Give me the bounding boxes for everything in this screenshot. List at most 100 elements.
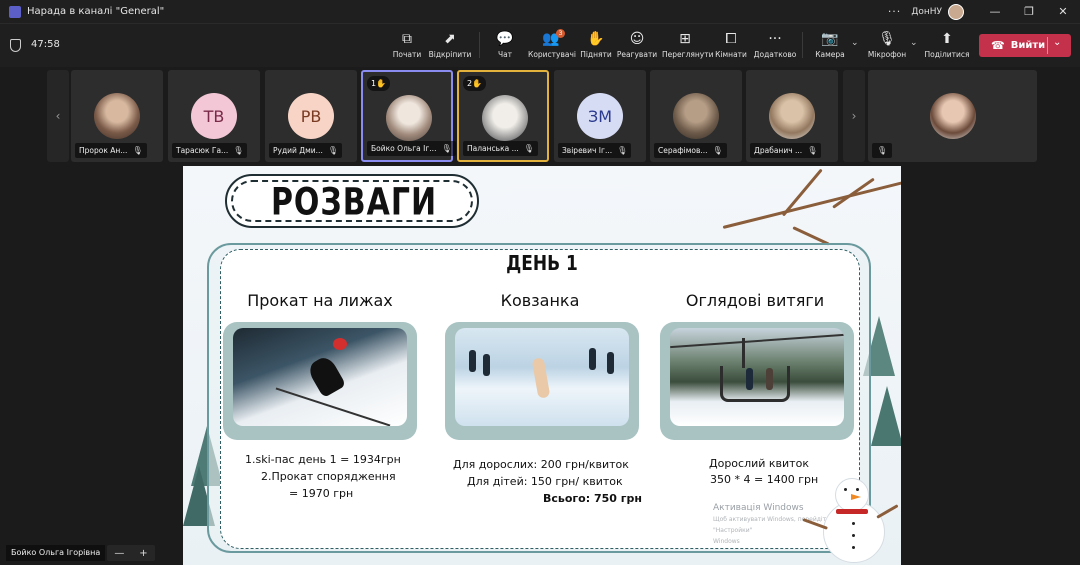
column-title-rink: Ковзанка: [500, 291, 580, 310]
more-button[interactable]: ··· Додатково: [752, 30, 798, 59]
participant-name: Пророк Ан...: [79, 146, 128, 155]
people-count-badge: 3: [556, 29, 565, 38]
org-name[interactable]: ДонНУ: [911, 7, 942, 17]
avatar: [94, 93, 140, 139]
chat-icon: 💬: [496, 31, 514, 47]
share-icon: ⬆: [941, 31, 953, 47]
raise-hand-button[interactable]: ✋ Підняти: [573, 30, 619, 59]
raised-hand-badge: 1✋: [367, 76, 391, 91]
avatar: РВ: [288, 93, 334, 139]
zoom-out-button[interactable]: —: [114, 548, 124, 559]
meeting-timer: 47:58: [31, 39, 60, 50]
mic-options-chevron-icon[interactable]: ⌄: [910, 38, 918, 48]
mic-off-icon: 🎙: [523, 144, 534, 153]
participant-tile[interactable]: РВ Рудий Дми... 🎙: [265, 70, 357, 162]
more-options-icon[interactable]: ···: [888, 5, 902, 18]
self-name-label: Бойко Ольга Ігорівна: [6, 545, 106, 561]
leave-options-chevron-icon[interactable]: ⌄: [1053, 37, 1061, 48]
mic-off-icon: 🎙: [807, 146, 818, 155]
avatar: [930, 93, 976, 139]
react-icon: ☺: [629, 31, 645, 47]
lift-line-2: 350 * 4 = 1400 грн: [710, 473, 819, 486]
record-button[interactable]: ⧉ Почати: [384, 30, 430, 59]
column-title-lifts: Оглядові витяги: [685, 291, 825, 310]
raised-hand-badge: 2✋: [463, 76, 487, 91]
react-button[interactable]: ☺ Реагувати: [614, 30, 660, 59]
mic-off-icon: 🎙: [441, 144, 452, 153]
rink-line-1: Для дорослих: 200 грн/квиток: [453, 458, 629, 471]
shield-icon: [10, 39, 21, 52]
mic-off-icon: 🎙: [712, 146, 723, 155]
mic-off-icon: 🎙: [877, 146, 888, 155]
camera-button[interactable]: 📷 Камера: [807, 30, 853, 59]
slide-title: РОЗВАГИ: [270, 180, 438, 225]
profile-avatar[interactable]: [948, 3, 964, 20]
participant-tile[interactable]: Пророк Ан... 🎙: [71, 70, 163, 162]
raise-hand-icon: ✋: [587, 31, 605, 47]
shared-slide[interactable]: РОЗВАГИ ДЕНЬ 1 Прокат на лижах 1.ski-пас…: [183, 166, 901, 565]
minimize-button[interactable]: —: [978, 5, 1012, 18]
zoom-controls: — +: [107, 545, 155, 561]
chat-button[interactable]: 💬 Чат: [482, 30, 528, 59]
ski-photo: [223, 322, 417, 440]
close-button[interactable]: ✕: [1046, 5, 1080, 18]
day-heading: ДЕНЬ 1: [506, 252, 578, 276]
next-participants-button[interactable]: ›: [843, 70, 865, 162]
branch-decoration: [722, 180, 901, 229]
ski-line-2: 2.Прокат спорядження: [261, 470, 396, 483]
teams-logo-icon: [9, 5, 21, 18]
title-bar: Нарада в каналі "General" ··· ДонНУ — ❐ …: [0, 0, 1080, 23]
people-icon: 👥: [542, 31, 560, 47]
mic-off-icon: 🎙: [327, 146, 338, 155]
ski-line-1: 1.ski-пас день 1 = 1934грн: [245, 453, 401, 466]
participant-tile[interactable]: 2✋ Паланська ... 🎙: [457, 70, 549, 162]
share-button[interactable]: ⬆ Поділитися: [924, 30, 970, 59]
camera-off-icon: 📷: [821, 31, 839, 47]
mic-button[interactable]: 🎙 Мікрофон: [864, 30, 910, 59]
unpin-icon: ⬈: [444, 31, 456, 47]
participant-tile[interactable]: 1✋ Бойко Ольга Іг... 🎙: [361, 70, 456, 162]
rink-line-2: Для дітей: 150 грн/ квиток: [467, 475, 623, 488]
column-title-ski: Прокат на лижах: [247, 291, 393, 310]
camera-options-chevron-icon[interactable]: ⌄: [851, 38, 859, 48]
hang-up-icon: ☎: [991, 39, 1005, 52]
prev-participants-button[interactable]: ‹: [47, 70, 69, 162]
meeting-toolbar: 47:58 ⧉ Почати ⬈ Відкріпити 💬 Чат 👥 3 Користу…: [0, 23, 1080, 67]
view-icon: ⊞: [679, 31, 691, 47]
participant-name: Рудий Дми...: [273, 146, 323, 155]
leave-button[interactable]: ☎ Вийти ⌄: [979, 34, 1071, 57]
mic-off-icon: 🎙: [233, 146, 244, 155]
avatar: [482, 95, 528, 141]
people-button[interactable]: 👥 3 Користувачі: [528, 29, 576, 59]
view-button[interactable]: ⊞ Переглянути: [662, 30, 713, 59]
participant-name: Бойко Ольга Іг...: [371, 144, 437, 153]
participant-tile[interactable]: Серафімов... 🎙: [650, 70, 742, 162]
avatar: ЗМ: [577, 93, 623, 139]
participant-name: Серафімов...: [658, 146, 708, 155]
avatar: ТВ: [191, 93, 237, 139]
avatar: [673, 93, 719, 139]
record-icon: ⧉: [402, 31, 412, 47]
participant-tile[interactable]: Драбанич ... 🎙: [746, 70, 838, 162]
restore-button[interactable]: ❐: [1012, 5, 1046, 18]
more-icon: ···: [768, 31, 782, 47]
avatar: [386, 95, 432, 141]
ski-line-3: = 1970 грн: [289, 487, 354, 500]
rooms-button[interactable]: ⧠ Кімнати: [708, 30, 754, 59]
participant-name: Звіревич Іг...: [562, 146, 613, 155]
participant-tile[interactable]: ЗМ Звіревич Іг... 🎙: [554, 70, 646, 162]
participant-name: Паланська ...: [467, 144, 519, 153]
self-video-tile[interactable]: 🎙: [868, 70, 1037, 162]
window-title: Нарада в каналі "General": [27, 6, 165, 17]
slide-title-pill: РОЗВАГИ: [225, 174, 479, 228]
avatar: [769, 93, 815, 139]
participant-tile[interactable]: ТВ Тарасюк Га... 🎙: [168, 70, 260, 162]
participant-name: Тарасюк Га...: [176, 146, 229, 155]
mic-off-icon: 🎙: [617, 146, 628, 155]
lift-photo: [660, 322, 854, 440]
unpin-button[interactable]: ⬈ Відкріпити: [427, 30, 473, 59]
rooms-icon: ⧠: [725, 31, 737, 47]
rink-photo: [445, 322, 639, 440]
rink-total: Всього: 750 грн: [543, 492, 642, 505]
zoom-in-button[interactable]: +: [139, 548, 147, 559]
